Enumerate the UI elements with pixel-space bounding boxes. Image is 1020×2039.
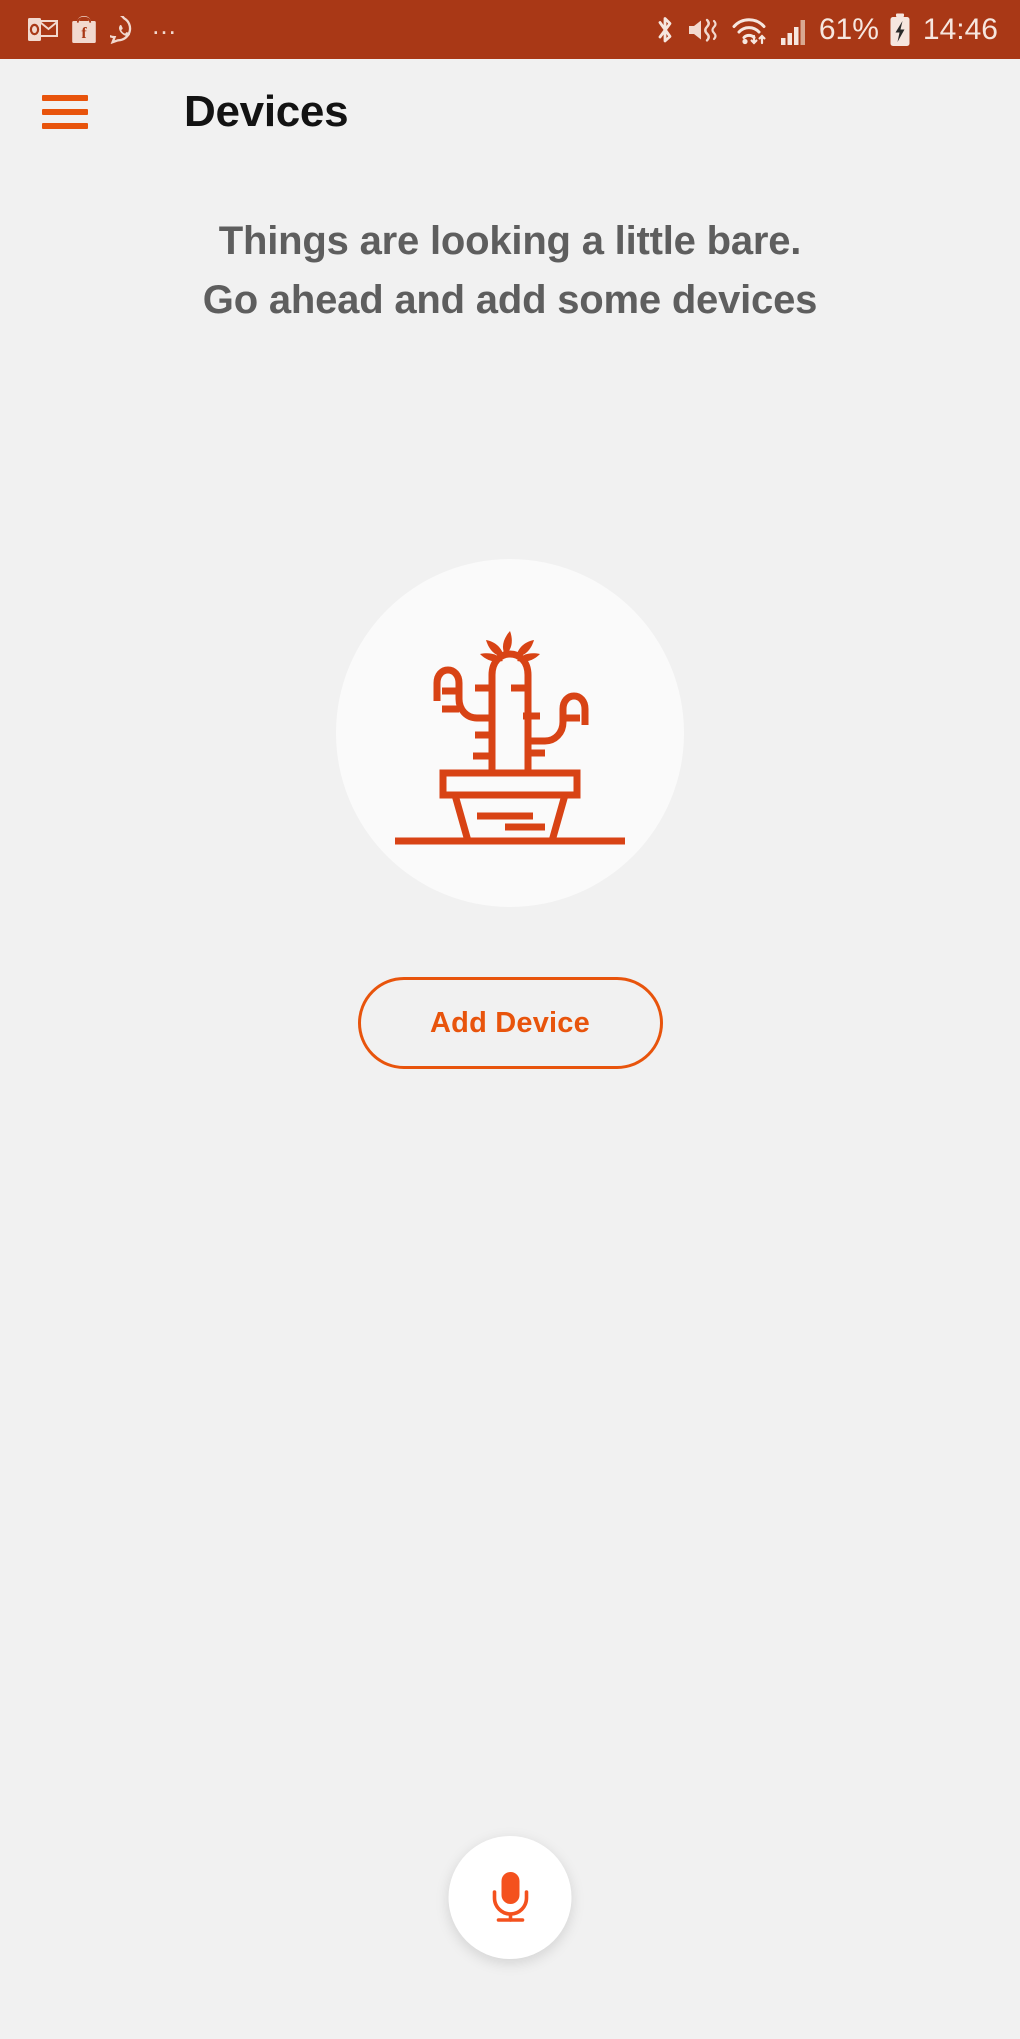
phone-screen: f … 61% 14:46 Devices Things are looking…: [0, 0, 1020, 2039]
svg-text:f: f: [81, 25, 87, 42]
empty-state-body: Add Device: [0, 330, 1020, 2039]
empty-state-message: Things are looking a little bare. Go ahe…: [0, 212, 1020, 330]
hamburger-line: [42, 108, 88, 115]
battery-charging-icon: [889, 13, 911, 47]
status-clock: 14:46: [922, 12, 998, 46]
voice-assistant-fab[interactable]: [448, 1836, 572, 1959]
notification-overflow-dots: …: [151, 9, 179, 40]
empty-state-line-1: Things are looking a little bare.: [218, 219, 802, 263]
hamburger-line: [42, 122, 88, 129]
illustration-circle-background: [336, 559, 684, 907]
empty-state-line-2: Go ahead and add some devices: [202, 278, 818, 322]
flipkart-icon: f: [71, 15, 97, 44]
battery-percentage-label: 61%: [818, 12, 879, 46]
cellular-signal-icon: [780, 14, 810, 46]
status-bar: f … 61% 14:46: [0, 0, 1020, 59]
vibrate-mute-icon: [686, 14, 722, 46]
hamburger-line: [42, 94, 88, 101]
hamburger-menu-icon[interactable]: [42, 94, 88, 129]
cactus-in-pot-illustration: [395, 631, 625, 845]
wifi-icon: [731, 14, 771, 46]
outlook-icon: [28, 17, 58, 43]
status-system-icons: 61% 14:46: [653, 13, 998, 47]
microphone-icon: [485, 1868, 535, 1927]
add-device-button[interactable]: Add Device: [357, 977, 663, 1069]
bluetooth-icon: [653, 14, 677, 46]
whatsapp-icon: [110, 15, 138, 44]
page-title: Devices: [184, 86, 349, 136]
status-notification-icons: f …: [28, 9, 179, 44]
app-bar: Devices: [0, 59, 1020, 164]
